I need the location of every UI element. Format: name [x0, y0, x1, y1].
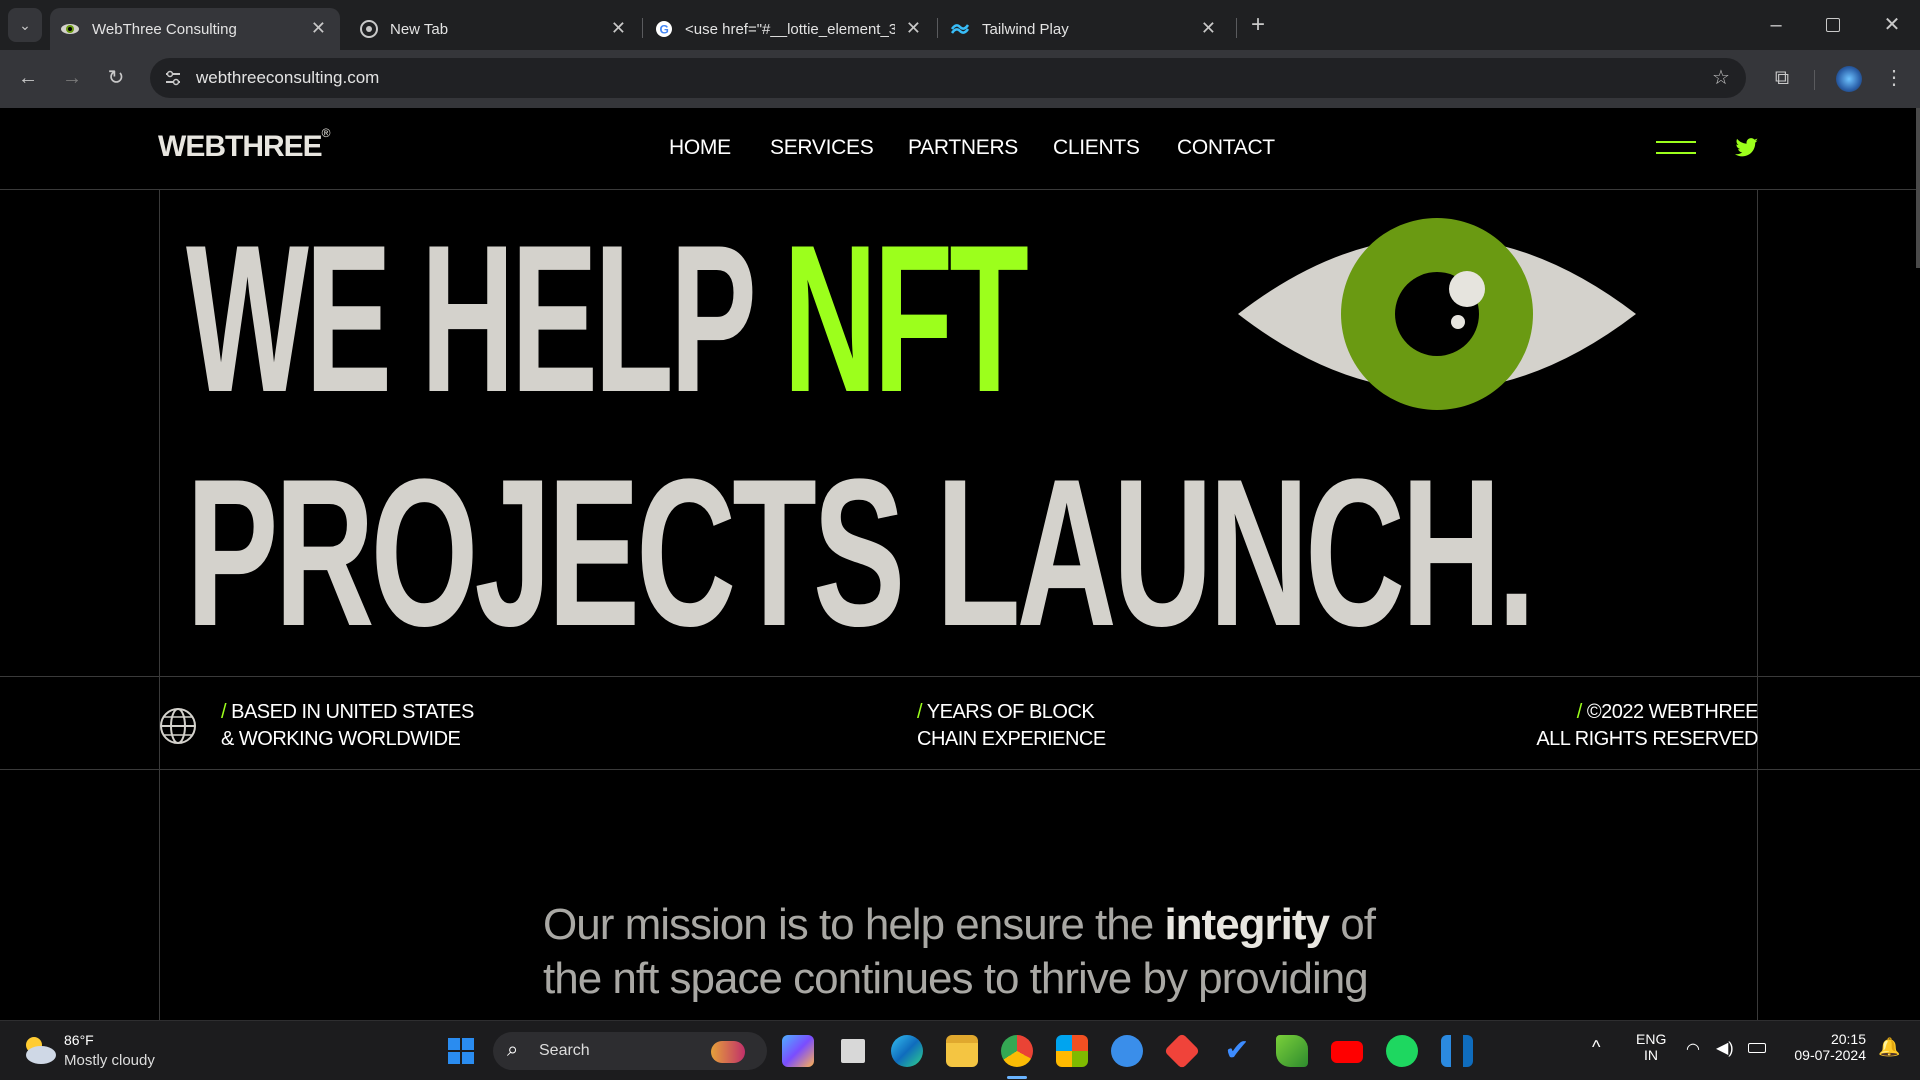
nav-partners[interactable]: PARTNERS	[908, 136, 1018, 160]
twitter-icon[interactable]	[1735, 138, 1759, 158]
active-app-indicator	[1007, 1076, 1027, 1079]
restore-icon[interactable]	[1826, 18, 1840, 32]
nav-home[interactable]: HOME	[669, 136, 731, 160]
tab-tailwind[interactable]: Tailwind Play ✕	[940, 8, 1230, 50]
mission-statement: Our mission is to help ensure the integr…	[543, 900, 1376, 1003]
info-copyright: / ©2022 WEBTHREE ALL RIGHTS RESERVED	[1536, 701, 1758, 750]
chrome-favicon-icon	[360, 20, 378, 38]
windows-start-icon[interactable]	[447, 1037, 475, 1065]
spotify-icon[interactable]	[1386, 1035, 1418, 1067]
nav-clients[interactable]: CLIENTS	[1053, 136, 1140, 160]
menu-kebab-icon[interactable]: ⋮	[1876, 58, 1912, 98]
tab-divider	[937, 18, 938, 38]
header-divider	[0, 189, 1920, 190]
close-icon[interactable]: ✕	[1201, 18, 1216, 39]
volume-icon[interactable]: ◀)	[1716, 1038, 1734, 1058]
info-experience: / YEARS OF BLOCK CHAIN EXPERIENCE	[917, 701, 1106, 750]
tab-title: <use href="#__lottie_element_3	[685, 20, 895, 38]
back-icon[interactable]: ←	[8, 58, 48, 98]
page-scrollbar[interactable]	[1916, 108, 1920, 268]
tab-new-tab[interactable]: New Tab ✕	[350, 8, 640, 50]
task-view-icon[interactable]	[837, 1035, 869, 1067]
reload-icon[interactable]: ↻	[96, 58, 136, 98]
weather-cloud-icon[interactable]	[20, 1033, 58, 1067]
youtube-icon[interactable]	[1331, 1041, 1363, 1063]
eye-icon	[1238, 218, 1636, 410]
profile-avatar[interactable]	[1836, 66, 1862, 92]
search-highlight-icon	[711, 1041, 745, 1063]
site-info-icon	[166, 70, 180, 86]
hero-line-1: WE HELP NFT	[186, 201, 1029, 436]
info-location: / BASED IN UNITED STATES & WORKING WORLD…	[221, 701, 474, 750]
tab-divider	[1236, 18, 1237, 38]
close-icon[interactable]: ✕	[311, 18, 326, 39]
clock[interactable]: 20:15 09-07-2024	[1786, 1031, 1866, 1063]
tailwind-favicon-icon	[950, 24, 970, 34]
tab-webthree[interactable]: WebThree Consulting ✕	[50, 8, 340, 50]
close-icon[interactable]: ✕	[611, 18, 626, 39]
toolbar-divider	[1814, 70, 1815, 90]
nav-services[interactable]: SERVICES	[770, 136, 874, 160]
vscode-icon[interactable]	[1441, 1035, 1473, 1067]
taskbar-search-box[interactable]: ⌕ Search	[493, 1032, 767, 1070]
close-window-icon[interactable]: ✕	[1872, 5, 1912, 45]
info-divider	[0, 769, 1920, 770]
svg-text:G: G	[660, 23, 669, 37]
file-explorer-icon[interactable]	[946, 1035, 978, 1067]
hero-line-2: PROJECTS LAUNCH.	[186, 435, 1536, 670]
close-icon[interactable]: ✕	[906, 18, 921, 39]
frame-right-line	[1757, 189, 1758, 1020]
webpage: WEBTHREE® HOME SERVICES PARTNERS CLIENTS…	[0, 108, 1920, 1020]
edge-icon[interactable]	[891, 1035, 923, 1067]
tab-title: Tailwind Play	[982, 20, 1069, 38]
notification-bell-icon[interactable]: 🔔	[1878, 1037, 1900, 1058]
app-green-icon[interactable]	[1276, 1035, 1308, 1067]
browser-tab-bar: ⌄ WebThree Consulting ✕ New Tab ✕ G <use…	[0, 0, 1920, 50]
ms-store-icon[interactable]	[1056, 1035, 1088, 1067]
help-icon[interactable]	[1111, 1035, 1143, 1067]
hamburger-menu-icon[interactable]	[1656, 141, 1696, 154]
google-favicon-icon: G	[656, 21, 672, 37]
copilot-icon[interactable]	[782, 1035, 814, 1067]
chevron-up-icon[interactable]: ^	[1592, 1037, 1600, 1058]
new-tab-icon[interactable]: +	[1240, 5, 1276, 45]
weather-temp[interactable]: 86°F	[64, 1032, 94, 1048]
tab-divider	[642, 18, 643, 38]
tab-title: New Tab	[390, 20, 449, 38]
globe-icon	[160, 708, 196, 744]
tab-title: WebThree Consulting	[92, 20, 237, 38]
url-text: webthreeconsulting.com	[196, 68, 380, 87]
todo-check-icon[interactable]: ✔	[1221, 1035, 1253, 1067]
extensions-icon[interactable]: ⧉	[1762, 58, 1802, 98]
bookmark-star-icon[interactable]: ☆	[1706, 58, 1736, 98]
battery-icon[interactable]	[1748, 1043, 1766, 1053]
windows-taskbar: 86°F Mostly cloudy ⌕ Search ✔ ^ ENG IN ◠…	[0, 1020, 1920, 1080]
frame-left-line	[159, 189, 160, 1020]
address-bar[interactable]: webthreeconsulting.com ☆	[150, 58, 1746, 98]
tab-search-icon[interactable]: ⌄	[8, 8, 42, 42]
forward-icon[interactable]: →	[52, 58, 92, 98]
search-label: Search	[539, 1042, 590, 1059]
git-icon[interactable]	[1163, 1032, 1201, 1070]
language-indicator[interactable]: ENG IN	[1636, 1031, 1666, 1063]
site-logo[interactable]: WEBTHREE®	[158, 126, 330, 164]
hero-divider	[0, 676, 1920, 677]
wifi-icon[interactable]: ◠	[1686, 1039, 1700, 1059]
tab-lottie[interactable]: G <use href="#__lottie_element_3 ✕	[645, 8, 935, 50]
search-icon: ⌕	[507, 1039, 519, 1061]
weather-desc[interactable]: Mostly cloudy	[64, 1052, 155, 1069]
minimize-icon[interactable]: –	[1756, 5, 1796, 45]
nav-contact[interactable]: CONTACT	[1177, 136, 1275, 160]
chrome-icon[interactable]	[1001, 1035, 1033, 1067]
browser-toolbar: ← → ↻ webthreeconsulting.com ☆ ⧉ ⋮	[0, 50, 1920, 108]
eye-favicon-icon	[61, 24, 79, 34]
